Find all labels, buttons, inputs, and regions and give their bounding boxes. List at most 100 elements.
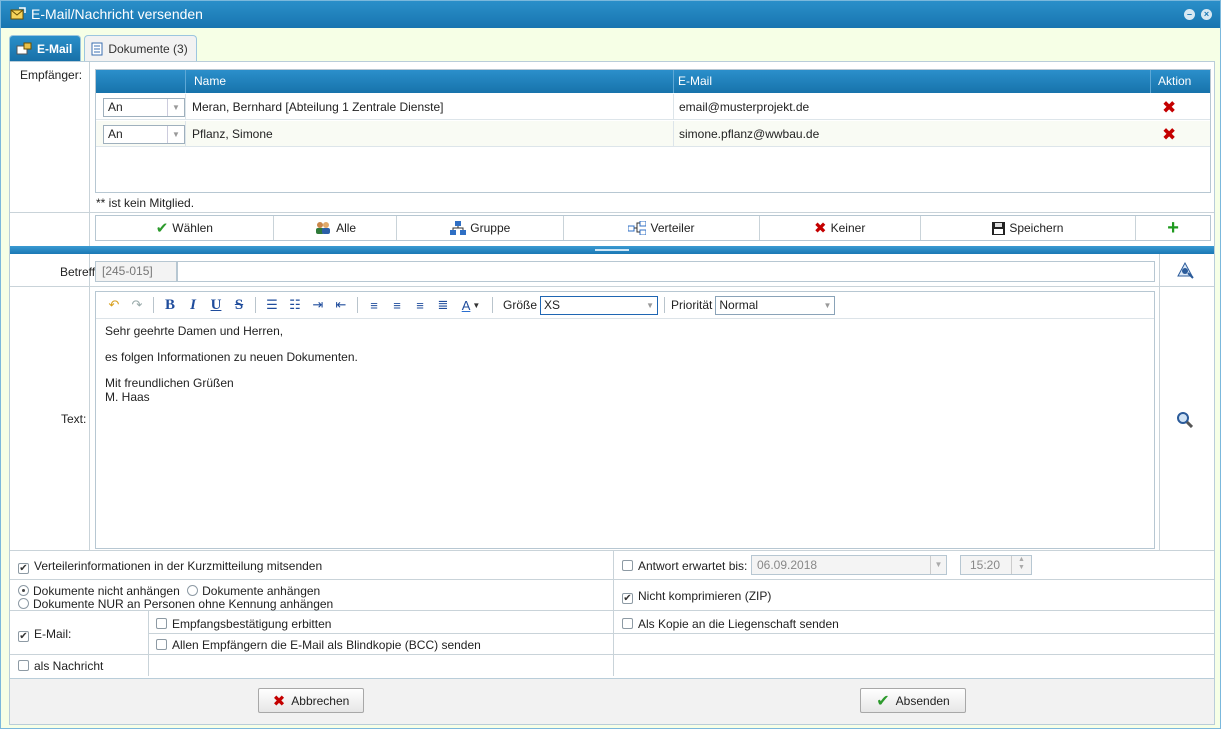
- table-row: An ▼ Meran, Bernhard [Abteilung 1 Zentra…: [96, 94, 1210, 120]
- priority-label: Priorität: [671, 298, 713, 312]
- italic-icon[interactable]: I: [183, 295, 203, 315]
- cross-icon: ✖: [814, 220, 827, 237]
- checkmark-icon: ✔: [876, 692, 890, 710]
- recipient-email: email@musterprojekt.de: [679, 100, 810, 114]
- choose-button[interactable]: ✔ Wählen: [96, 216, 274, 240]
- email-form: Empfänger: Name E-Mail Aktion An ▼ Meran…: [9, 61, 1215, 679]
- recipients-label: Empfänger:: [20, 68, 83, 82]
- close-icon[interactable]: ×: [1201, 9, 1212, 20]
- distribution-info-option[interactable]: ✔ Verteilerinformationen in der Kurzmitte…: [18, 559, 322, 574]
- add-recipient-button[interactable]: +: [1136, 216, 1210, 240]
- group-button[interactable]: Gruppe: [397, 216, 565, 240]
- people-icon: [316, 222, 331, 234]
- minimize-icon[interactable]: –: [1184, 9, 1195, 20]
- as-message-option[interactable]: als Nachricht: [18, 659, 103, 673]
- send-button[interactable]: ✔ Absenden: [860, 688, 966, 713]
- outdent-icon[interactable]: ⇤: [331, 295, 351, 315]
- email-checkbox[interactable]: ✔: [18, 631, 29, 642]
- reply-expected-option[interactable]: Antwort erwartet bis:: [622, 559, 747, 573]
- priority-select[interactable]: Normal ▼: [715, 295, 836, 315]
- checkmark-icon: ✔: [155, 220, 169, 237]
- recipients-table: Name E-Mail Aktion An ▼ Meran, Bernhard …: [95, 69, 1211, 193]
- underline-icon[interactable]: U: [206, 295, 226, 315]
- no-compress-checkbox[interactable]: ✔: [622, 593, 633, 604]
- undo-icon[interactable]: ↶: [104, 295, 124, 315]
- recipients-table-header: Name E-Mail Aktion: [96, 70, 1210, 93]
- align-right-icon[interactable]: ≡: [387, 295, 407, 315]
- subject-prefix: [245-015]: [95, 261, 177, 282]
- copy-property-checkbox[interactable]: [622, 618, 633, 629]
- distribution-icon: [628, 221, 647, 235]
- unordered-list-icon[interactable]: ☷: [285, 295, 305, 315]
- title-bar: E-Mail/Nachricht versenden – ×: [1, 1, 1220, 28]
- message-body[interactable]: Sehr geehrte Damen und Herren, es folgen…: [105, 324, 358, 404]
- as-message-checkbox[interactable]: [18, 660, 29, 671]
- chevron-down-icon: ▼: [930, 556, 946, 574]
- editor-toolbar: ↶ ↷ B I U S ☰ ☷ ⇥ ⇤ ≡ ≡ ≡ ≣ A ▼ Größe XS…: [96, 292, 1154, 319]
- splitter-handle[interactable]: [10, 246, 1214, 254]
- tab-email[interactable]: E-Mail: [9, 35, 82, 61]
- receipt-checkbox[interactable]: [156, 618, 167, 629]
- strikethrough-icon[interactable]: S: [229, 295, 249, 315]
- receipt-option[interactable]: Empfangsbestätigung erbitten: [156, 617, 331, 631]
- align-center-icon[interactable]: ≡: [410, 295, 430, 315]
- reply-time-field[interactable]: 15:20 ▲ ▼: [960, 555, 1032, 575]
- cross-icon: ✖: [272, 692, 286, 710]
- attachment-options-2: Dokumente NUR an Personen ohne Kennung a…: [18, 597, 333, 611]
- tab-documents[interactable]: Dokumente (3): [84, 35, 197, 61]
- redo-icon[interactable]: ↷: [127, 295, 147, 315]
- floppy-disk-icon: [992, 221, 1006, 235]
- reply-expected-checkbox[interactable]: [622, 560, 633, 571]
- address-book-icon[interactable]: [1175, 261, 1195, 279]
- group-icon: [450, 221, 467, 235]
- search-icon[interactable]: [1176, 411, 1193, 428]
- distribution-list-button[interactable]: Verteiler: [564, 216, 760, 240]
- spinner-icon[interactable]: ▲ ▼: [1011, 556, 1031, 574]
- email-tab-icon: [16, 42, 32, 54]
- message-editor[interactable]: ↶ ↷ B I U S ☰ ☷ ⇥ ⇤ ≡ ≡ ≡ ≣ A ▼ Größe XS…: [95, 291, 1155, 549]
- chevron-down-icon: ▼: [646, 300, 655, 310]
- size-label: Größe: [503, 298, 538, 312]
- email-option[interactable]: ✔ E-Mail:: [18, 627, 71, 642]
- bcc-checkbox[interactable]: [156, 639, 167, 650]
- radio-attach[interactable]: [187, 585, 199, 596]
- radio-only-no-id[interactable]: [18, 598, 29, 609]
- all-button[interactable]: Alle: [274, 216, 398, 240]
- bcc-option[interactable]: Allen Empfängern die E-Mail als Blindkop…: [156, 638, 481, 652]
- font-color-icon[interactable]: A ▼: [456, 295, 486, 315]
- recipient-actions-bar: ✔ Wählen Alle Gruppe Verteiler ✖ Keiner …: [95, 215, 1211, 241]
- copy-property-option[interactable]: Als Kopie an die Liegenschaft senden: [622, 617, 839, 631]
- distribution-info-checkbox[interactable]: ✔: [18, 563, 29, 574]
- reply-date-field[interactable]: 06.09.2018 ▼: [751, 555, 947, 575]
- subject-input[interactable]: [177, 261, 1155, 282]
- chevron-down-icon: ▼: [823, 300, 832, 310]
- subject-label: Betreff:: [60, 265, 99, 279]
- recipient-name: Meran, Bernhard [Abteilung 1 Zentrale Di…: [192, 100, 444, 114]
- recipient-type-select[interactable]: An ▼: [103, 125, 185, 144]
- cancel-button[interactable]: ✖ Abbrechen: [258, 688, 364, 713]
- plus-icon: +: [1167, 217, 1179, 239]
- align-justify-icon[interactable]: ≣: [433, 295, 453, 315]
- delete-icon[interactable]: ✖: [1162, 125, 1176, 145]
- font-size-select[interactable]: XS ▼: [540, 295, 659, 315]
- indent-icon[interactable]: ⇥: [308, 295, 328, 315]
- align-left-icon[interactable]: ≡: [364, 295, 384, 315]
- column-header-email[interactable]: E-Mail: [678, 74, 712, 88]
- none-button[interactable]: ✖ Keiner: [760, 216, 921, 240]
- table-row: An ▼ Pflanz, Simone simone.pflanz@wwbau.…: [96, 121, 1210, 147]
- ordered-list-icon[interactable]: ☰: [262, 295, 282, 315]
- document-icon: [91, 42, 103, 55]
- save-button[interactable]: Speichern: [921, 216, 1137, 240]
- tab-bar: E-Mail Dokumente (3): [9, 35, 197, 61]
- radio-no-attach[interactable]: [18, 585, 29, 596]
- delete-icon[interactable]: ✖: [1162, 98, 1176, 118]
- chevron-down-icon: ▼: [167, 99, 184, 116]
- column-header-action: Aktion: [1158, 74, 1192, 88]
- no-compress-option[interactable]: ✔ Nicht komprimieren (ZIP): [622, 589, 771, 604]
- text-label: Text:: [61, 412, 87, 426]
- recipient-name: Pflanz, Simone: [192, 127, 273, 141]
- email-dialog-window: E-Mail/Nachricht versenden – × E-Mail Do…: [0, 0, 1221, 729]
- bold-icon[interactable]: B: [160, 295, 180, 315]
- column-header-name[interactable]: Name: [194, 74, 226, 88]
- recipient-type-select[interactable]: An ▼: [103, 98, 185, 117]
